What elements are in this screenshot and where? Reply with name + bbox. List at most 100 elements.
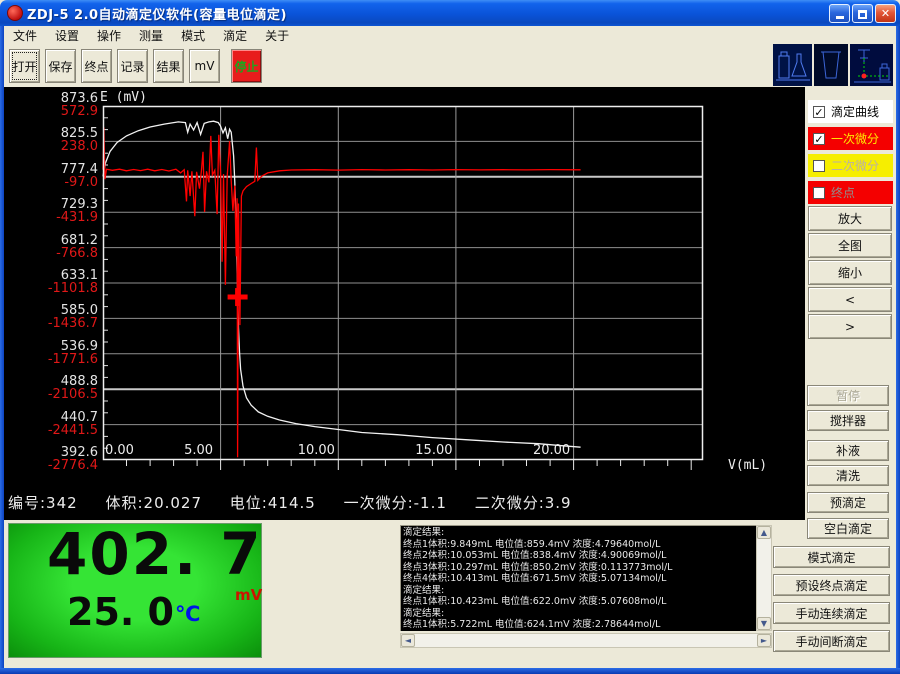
checkbox-unchecked-icon[interactable] <box>813 187 825 199</box>
y-axis-tick: 825.5238.0 <box>6 127 98 153</box>
endpoint-button[interactable]: 终点 <box>81 49 112 83</box>
lcd-temperature-unit: ℃ <box>175 602 200 626</box>
menu-titration[interactable]: 滴定 <box>214 26 256 45</box>
window-border-right <box>896 26 900 674</box>
zoom-in-button[interactable]: 放大 <box>808 206 892 231</box>
save-button[interactable]: 保存 <box>45 49 76 83</box>
y-axis-tick: 729.3-431.9 <box>6 198 98 224</box>
titration-chart: 0.005.0010.0015.0020.00 <box>103 106 703 474</box>
console-line: 滴定结果: <box>403 585 754 597</box>
results-console[interactable]: 滴定结果: 终点1体积:9.849mL 电位值:859.4mV 浓度:4.796… <box>400 525 756 631</box>
y-axis-tick: 488.8-2106.5 <box>6 375 98 401</box>
menu-bar: 文件 设置 操作 测量 模式 滴定 关于 <box>4 26 896 45</box>
open-button[interactable]: 打开 <box>9 49 40 83</box>
checkbox-checked-icon[interactable]: ✓ <box>813 133 825 145</box>
manual-intermittent-titration-button[interactable]: 手动间断滴定 <box>773 630 890 652</box>
console-line: 终点1体积:10.423mL 电位值:622.0mV 浓度:5.07608mol… <box>403 596 754 608</box>
console-line: 终点4体积:10.413mL 电位值:671.5mV 浓度:5.07134mol… <box>403 573 754 585</box>
app-logo-icon <box>7 5 23 21</box>
legend-row-second-derivative[interactable]: 二次微分 <box>808 154 893 177</box>
mode-titration-button[interactable]: 模式滴定 <box>773 546 890 568</box>
refill-button[interactable]: 补液 <box>807 440 889 461</box>
glassware-art <box>773 44 893 86</box>
legend-label: 一次微分 <box>831 130 879 147</box>
clean-button[interactable]: 清洗 <box>807 465 889 486</box>
pan-left-button[interactable]: < <box>808 287 892 312</box>
console-horizontal-scrollbar[interactable]: ◄ ► <box>400 633 772 648</box>
lcd-display: 402. 7 mV 25. 0 ℃ <box>8 523 262 658</box>
full-view-button[interactable]: 全图 <box>808 233 892 258</box>
menu-settings[interactable]: 设置 <box>46 26 88 45</box>
zoom-out-button[interactable]: 缩小 <box>808 260 892 285</box>
maximize-button[interactable] <box>852 4 873 23</box>
legend-label: 二次微分 <box>831 157 879 174</box>
svg-text:5.00: 5.00 <box>184 443 213 458</box>
flask-bottle-icon <box>773 44 812 86</box>
status-first-derivative: 一次微分:-1.1 <box>344 494 447 512</box>
close-button[interactable]: ✕ <box>875 4 896 23</box>
y-axis-tick: 873.6572.9 <box>6 92 98 118</box>
y-axis-tick: 440.7-2441.5 <box>6 411 98 437</box>
minimize-icon <box>836 16 844 19</box>
y-axis-tick: 585.0-1436.7 <box>6 304 98 330</box>
manual-continuous-titration-button[interactable]: 手动连续滴定 <box>773 602 890 624</box>
svg-text:10.00: 10.00 <box>298 443 335 458</box>
record-button[interactable]: 记录 <box>117 49 148 83</box>
x-axis-title: V(mL) <box>728 458 767 473</box>
scroll-left-icon[interactable]: ◄ <box>401 634 415 647</box>
status-potential: 电位:414.5 <box>230 494 316 512</box>
titration-plot[interactable]: 0.005.0010.0015.0020.00 <box>103 106 703 460</box>
title-bar[interactable]: ZDJ-5 2.0自动滴定仪软件(容量电位滴定) ✕ <box>0 0 900 26</box>
pan-right-button[interactable]: > <box>808 314 892 339</box>
legend-row-titration-curve[interactable]: ✓ 滴定曲线 <box>808 100 893 123</box>
checkbox-unchecked-icon[interactable] <box>813 160 825 172</box>
y-axis-tick: 777.4-97.0 <box>6 163 98 189</box>
y-axis-title: E (mV) <box>100 90 147 105</box>
scroll-right-icon[interactable]: ► <box>757 634 771 647</box>
status-volume: 体积:20.027 <box>105 494 202 512</box>
console-line: 终点3体积:10.297mL 电位值:850.2mV 浓度:0.113773mo… <box>403 562 754 574</box>
status-sample-number: 编号:342 <box>8 494 78 512</box>
beaker-icon <box>814 44 847 86</box>
legend-label: 滴定曲线 <box>831 103 879 120</box>
pre-titration-button[interactable]: 预滴定 <box>807 492 889 513</box>
mv-button[interactable]: mV <box>189 49 220 83</box>
console-line: 终点1体积:9.849mL 电位值:859.4mV 浓度:4.79640mol/… <box>403 539 754 551</box>
status-line: 编号:342 体积:20.027 电位:414.5 一次微分:-1.1 二次微分… <box>8 492 798 513</box>
window-title: ZDJ-5 2.0自动滴定仪软件(容量电位滴定) <box>27 4 287 23</box>
svg-text:0.00: 0.00 <box>105 443 134 458</box>
stirrer-button[interactable]: 搅拌器 <box>807 410 889 431</box>
menu-operation[interactable]: 操作 <box>88 26 130 45</box>
blank-titration-button[interactable]: 空白滴定 <box>807 518 889 539</box>
y-axis-tick: 633.1-1101.8 <box>6 269 98 295</box>
lcd-mv-value: 402. 7 <box>47 520 237 588</box>
legend-row-first-derivative[interactable]: ✓ 一次微分 <box>808 127 893 150</box>
status-second-derivative: 二次微分:3.9 <box>475 494 572 512</box>
preset-endpoint-titration-button[interactable]: 预设终点滴定 <box>773 574 890 596</box>
maximize-icon <box>858 10 867 19</box>
minimize-button[interactable] <box>829 4 850 23</box>
stop-button[interactable]: 停止 <box>231 49 262 83</box>
menu-file[interactable]: 文件 <box>4 26 46 45</box>
y-axis-tick: 681.2-766.8 <box>6 234 98 260</box>
menu-mode[interactable]: 模式 <box>172 26 214 45</box>
close-icon: ✕ <box>881 7 890 20</box>
legend-row-endpoint[interactable]: 终点 <box>808 181 893 204</box>
checkbox-checked-icon[interactable]: ✓ <box>813 106 825 118</box>
pause-button: 暂停 <box>807 385 889 406</box>
menu-about[interactable]: 关于 <box>256 26 298 45</box>
toolbar: 打开 保存 终点 记录 结果 mV 停止 <box>4 45 896 87</box>
console-line: 终点1体积:5.722mL 电位值:624.1mV 浓度:2.78644mol/… <box>403 619 754 631</box>
result-button[interactable]: 结果 <box>153 49 184 83</box>
svg-text:15.00: 15.00 <box>415 443 452 458</box>
scroll-down-icon[interactable]: ▼ <box>757 617 771 630</box>
legend-label: 终点 <box>831 184 855 201</box>
menu-measure[interactable]: 测量 <box>130 26 172 45</box>
scroll-up-icon[interactable]: ▲ <box>757 526 771 539</box>
console-vertical-scrollbar[interactable]: ▲ ▼ <box>756 525 772 631</box>
y-axis-tick: 536.9-1771.6 <box>6 340 98 366</box>
caption-buttons: ✕ <box>829 4 896 23</box>
console-line: 终点2体积:10.053mL 电位值:838.4mV 浓度:4.90069mol… <box>403 550 754 562</box>
chart-panel: E (mV) V(mL) 873.6572.9 825.5238.0 777.4-9… <box>4 87 805 520</box>
window-border-bottom <box>0 668 900 674</box>
